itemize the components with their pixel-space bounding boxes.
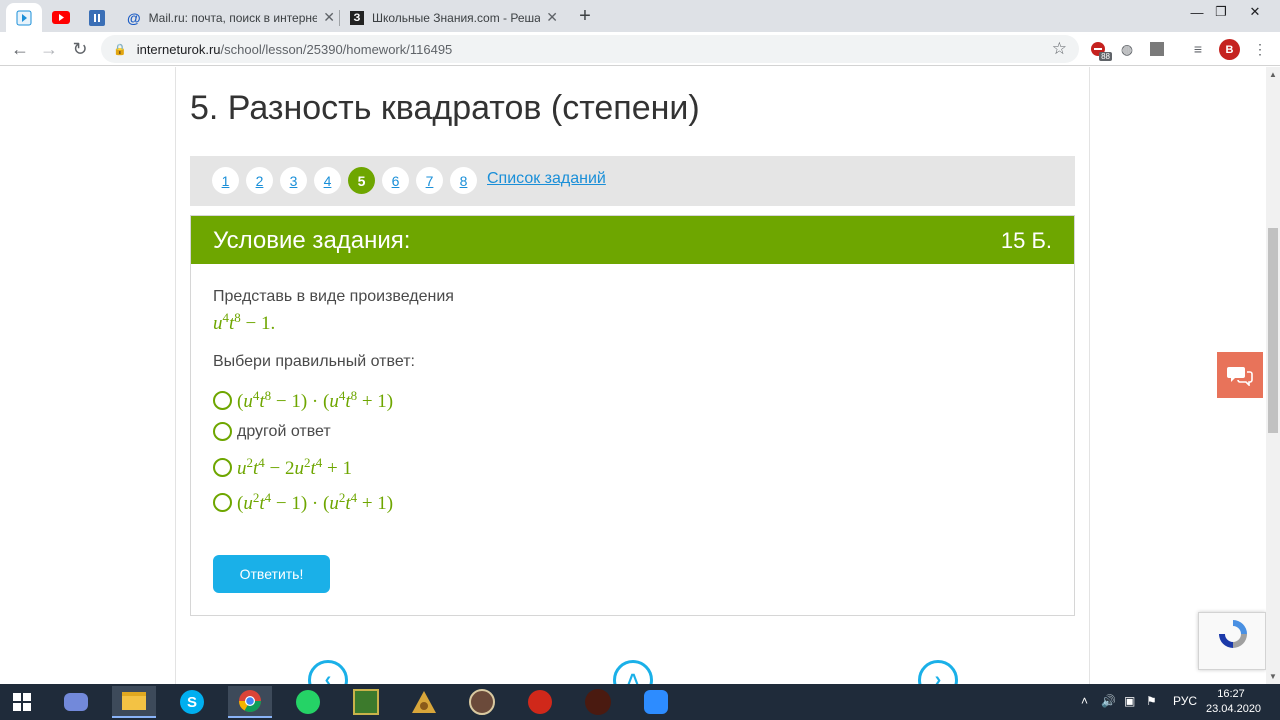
task-number-4[interactable]: 4: [314, 167, 341, 194]
profile-avatar[interactable]: B: [1219, 39, 1240, 60]
task-points: 15 Б.: [1000, 228, 1052, 253]
browser-toolbar: ← → ↻ 🔒 interneturok.ru/school/lesson/25…: [0, 32, 1280, 66]
task-number-7[interactable]: 7: [416, 167, 443, 194]
option-text: другой ответ: [237, 422, 331, 440]
scroll-down-arrow-icon[interactable]: ▼: [1269, 672, 1277, 681]
recaptcha-logo-icon: [1219, 620, 1247, 648]
bookmark-star-icon[interactable]: ☆: [1052, 39, 1067, 59]
recaptcha-badge[interactable]: [1198, 612, 1266, 670]
task-list-link[interactable]: Список заданий: [487, 170, 606, 188]
task-number-1[interactable]: 1: [212, 167, 239, 194]
file-explorer-icon[interactable]: [112, 686, 156, 718]
lesson-title: 5. Разность квадратов (степени): [190, 89, 700, 127]
clock-date: 23.04.2020: [1206, 703, 1262, 715]
task-number-2[interactable]: 2: [246, 167, 273, 194]
task-number-3[interactable]: 3: [280, 167, 307, 194]
tab-mailru[interactable]: @ Mail.ru: почта, поиск в интерне ✕: [117, 3, 345, 32]
browser-tabbar: @ Mail.ru: почта, поиск в интерне ✕ З Шк…: [0, 0, 1280, 32]
address-bar[interactable]: 🔒 interneturok.ru/school/lesson/25390/ho…: [101, 35, 1079, 63]
square-extension-icon[interactable]: [1147, 39, 1167, 59]
flag-icon[interactable]: ⚑: [1146, 694, 1157, 708]
clock-time: 16:27: [1217, 688, 1245, 700]
task-box: Условие задания: 15 Б. Представь в виде …: [190, 215, 1075, 616]
task-header-title: Условие задания:: [213, 227, 411, 254]
at-icon: @: [127, 9, 141, 26]
windows-taskbar: S ˄ 🔊 ▣ ⚑ РУС 16:27 23.04.2020: [0, 684, 1280, 720]
zoom-icon[interactable]: [634, 686, 678, 718]
close-window-button[interactable]: ✕: [1238, 0, 1272, 24]
tab-znania[interactable]: З Школьные Знания.com - Решае ✕: [340, 3, 568, 32]
chrome-icon[interactable]: [228, 686, 272, 718]
close-tab-icon[interactable]: ✕: [546, 9, 558, 26]
taskbar-clock[interactable]: 16:27 23.04.2020: [1206, 687, 1262, 717]
volume-icon[interactable]: 🔊: [1101, 694, 1116, 708]
skype-icon[interactable]: S: [170, 686, 214, 718]
language-indicator[interactable]: РУС: [1173, 694, 1197, 708]
lock-icon: 🔒: [113, 43, 127, 56]
pinned-tab-interneturok[interactable]: [6, 3, 42, 32]
option-math: (u4t8 − 1) · (u4t8 + 1): [237, 388, 394, 412]
discord-icon[interactable]: [54, 686, 98, 718]
pinned-tab-youtube[interactable]: [43, 3, 79, 32]
avatar-initial: B: [1225, 43, 1234, 56]
task-prompt: Представь в виде произведения: [213, 288, 454, 305]
answer-option-2[interactable]: другой ответ: [213, 422, 331, 441]
chat-button[interactable]: [1217, 352, 1263, 398]
radio-button[interactable]: [213, 458, 232, 477]
answer-option-1[interactable]: (u4t8 − 1) · (u4t8 + 1): [213, 388, 393, 413]
choose-answer-label: Выбери правильный ответ:: [213, 353, 415, 370]
url-host: interneturok.ru: [136, 41, 221, 57]
dark-game-icon[interactable]: [576, 686, 620, 718]
restore-button[interactable]: ❐: [1204, 0, 1238, 24]
submit-answer-button[interactable]: Ответить!: [213, 555, 330, 593]
znania-favicon-icon: З: [350, 10, 364, 25]
forward-button[interactable]: →: [37, 37, 61, 61]
network-icon[interactable]: ▣: [1124, 694, 1135, 708]
scroll-up-arrow-icon[interactable]: ▲: [1269, 70, 1277, 79]
media-list-icon[interactable]: ≡: [1188, 39, 1208, 59]
interneturok-favicon-icon: [16, 10, 32, 25]
task-expression: u4t8 − 1.: [213, 310, 276, 334]
chat-bubbles-icon: [1227, 367, 1253, 386]
windows-start-icon[interactable]: [0, 686, 44, 718]
answer-option-3[interactable]: u2t4 − 2u2t4 + 1: [213, 455, 352, 480]
menu-kebab-icon[interactable]: ⋮: [1250, 39, 1270, 59]
extension-badge: 88: [1099, 52, 1112, 61]
youtube-icon: [52, 11, 70, 24]
url-path: /school/lesson/25390/homework/116495: [220, 41, 453, 57]
tab-title: Школьные Знания.com - Решае: [372, 10, 541, 25]
radio-button[interactable]: [213, 422, 232, 441]
globe-extension-icon[interactable]: ◍: [1117, 39, 1137, 59]
tab-title: Mail.ru: почта, поиск в интерне: [148, 10, 318, 25]
task-navigation: 1 2 3 4 5 6 7 8 Список заданий: [190, 156, 1075, 206]
back-button[interactable]: ←: [8, 37, 32, 61]
whatsapp-icon[interactable]: [286, 686, 330, 718]
game-app-icon[interactable]: [344, 686, 388, 718]
apple-app-icon[interactable]: [518, 686, 562, 718]
new-tab-button[interactable]: +: [573, 5, 597, 28]
task-number-6[interactable]: 6: [382, 167, 409, 194]
answer-option-4[interactable]: (u2t4 − 1) · (u2t4 + 1): [213, 490, 393, 515]
option-math: (u2t4 − 1) · (u2t4 + 1): [237, 490, 394, 514]
pause-icon: [89, 9, 105, 26]
adblock-extension-icon[interactable]: 88: [1088, 39, 1112, 61]
option-math: u2t4 − 2u2t4 + 1: [237, 455, 352, 479]
page-viewport: 5. Разность квадратов (степени) 1 2 3 4 …: [0, 67, 1266, 684]
pinned-tab-pause[interactable]: [79, 3, 115, 32]
page-scrollbar[interactable]: ▲ ▼: [1266, 67, 1280, 684]
radio-button[interactable]: [213, 493, 232, 512]
reload-button[interactable]: ↻: [68, 37, 92, 61]
task-number-5-current[interactable]: 5: [348, 167, 375, 194]
scrollbar-thumb[interactable]: [1268, 228, 1278, 433]
task-header: Условие задания: 15 Б.: [191, 216, 1074, 264]
radio-button[interactable]: [213, 391, 232, 410]
close-tab-icon[interactable]: ✕: [323, 9, 335, 26]
triangle-app-icon[interactable]: [402, 686, 446, 718]
character-app-icon[interactable]: [460, 686, 504, 718]
tray-expand-icon[interactable]: ˄: [1081, 694, 1088, 708]
task-number-8[interactable]: 8: [450, 167, 477, 194]
